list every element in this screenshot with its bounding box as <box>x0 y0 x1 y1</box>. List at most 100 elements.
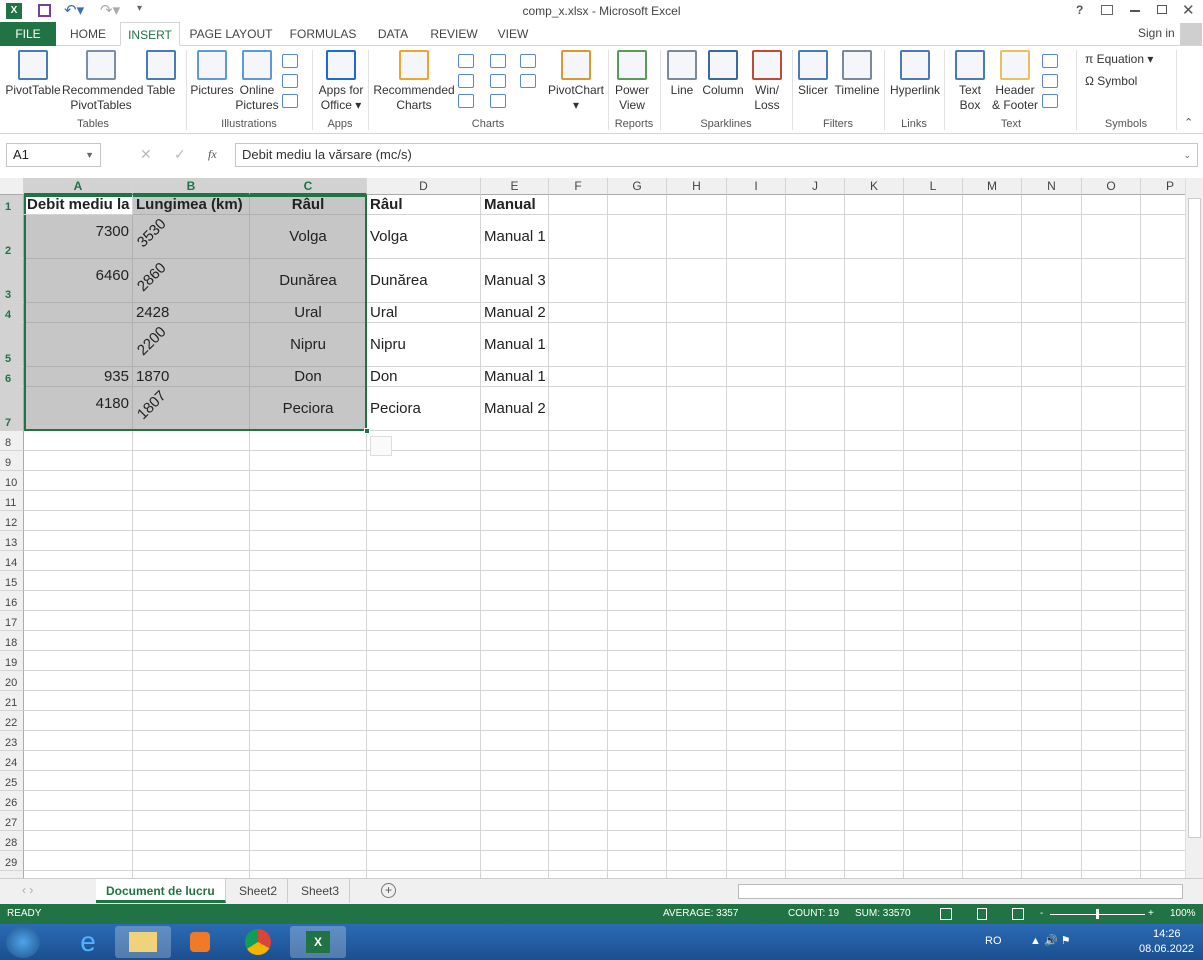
row-header-28[interactable]: 28 <box>0 831 24 851</box>
cell-I19[interactable] <box>727 651 786 671</box>
cell-G3[interactable] <box>608 259 667 303</box>
column-header-G[interactable]: G <box>608 178 667 195</box>
cell-P19[interactable] <box>1141 651 1185 671</box>
new-sheet-icon[interactable]: + <box>381 883 396 898</box>
row-header-23[interactable]: 23 <box>0 731 24 751</box>
cell-F19[interactable] <box>549 651 608 671</box>
cell-D16[interactable] <box>367 591 481 611</box>
cell-B10[interactable] <box>133 471 250 491</box>
cell-G23[interactable] <box>608 731 667 751</box>
cell-M10[interactable] <box>963 471 1022 491</box>
cell-G12[interactable] <box>608 511 667 531</box>
cell-D2[interactable]: Volga <box>367 215 481 259</box>
header-footer-button[interactable]: Header & Footer <box>990 50 1040 113</box>
cell-A30[interactable] <box>24 871 133 878</box>
online-pictures-button[interactable]: Online Pictures <box>235 50 279 113</box>
cell-H20[interactable] <box>667 671 727 691</box>
cell-N26[interactable] <box>1022 791 1082 811</box>
cell-B19[interactable] <box>133 651 250 671</box>
cell-A8[interactable] <box>24 431 133 451</box>
cell-M16[interactable] <box>963 591 1022 611</box>
cell-M19[interactable] <box>963 651 1022 671</box>
cell-I9[interactable] <box>727 451 786 471</box>
text-box-button[interactable]: Text Box <box>955 50 985 113</box>
cell-B2[interactable]: 3530 <box>133 215 250 259</box>
cell-O28[interactable] <box>1082 831 1141 851</box>
cell-J14[interactable] <box>786 551 845 571</box>
cell-O11[interactable] <box>1082 491 1141 511</box>
cell-K30[interactable] <box>845 871 904 878</box>
cell-E5[interactable]: Manual 1 <box>481 323 549 367</box>
cell-B28[interactable] <box>133 831 250 851</box>
collapse-ribbon-icon[interactable]: ⌃ <box>1184 116 1193 129</box>
cell-F14[interactable] <box>549 551 608 571</box>
cell-C26[interactable] <box>250 791 367 811</box>
cell-F18[interactable] <box>549 631 608 651</box>
cell-P26[interactable] <box>1141 791 1185 811</box>
cell-M27[interactable] <box>963 811 1022 831</box>
cell-J12[interactable] <box>786 511 845 531</box>
cell-E6[interactable]: Manual 1 <box>481 367 549 387</box>
illustration-icon[interactable] <box>282 74 298 88</box>
cell-K17[interactable] <box>845 611 904 631</box>
cell-A6[interactable]: 935 <box>24 367 133 387</box>
cell-N17[interactable] <box>1022 611 1082 631</box>
cell-C1[interactable]: Râul <box>250 195 367 215</box>
cell-K16[interactable] <box>845 591 904 611</box>
cell-P20[interactable] <box>1141 671 1185 691</box>
cell-K5[interactable] <box>845 323 904 367</box>
cell-N10[interactable] <box>1022 471 1082 491</box>
cell-P11[interactable] <box>1141 491 1185 511</box>
cell-A13[interactable] <box>24 531 133 551</box>
cell-O2[interactable] <box>1082 215 1141 259</box>
row-header-13[interactable]: 13 <box>0 531 24 551</box>
cell-F4[interactable] <box>549 303 608 323</box>
row-header-16[interactable]: 16 <box>0 591 24 611</box>
row-header-30[interactable]: 30 <box>0 871 24 878</box>
column-button[interactable]: Column <box>701 50 745 98</box>
cell-C11[interactable] <box>250 491 367 511</box>
row-header-8[interactable]: 8 <box>0 431 24 451</box>
cell-F26[interactable] <box>549 791 608 811</box>
illustration-icon[interactable] <box>282 94 298 108</box>
cell-E3[interactable]: Manual 3 <box>481 259 549 303</box>
cell-D15[interactable] <box>367 571 481 591</box>
cell-J25[interactable] <box>786 771 845 791</box>
cell-L26[interactable] <box>904 791 963 811</box>
restore-button[interactable] <box>1157 5 1167 14</box>
tab-page-layout[interactable]: PAGE LAYOUT <box>186 22 276 46</box>
cell-N3[interactable] <box>1022 259 1082 303</box>
cell-I18[interactable] <box>727 631 786 651</box>
cell-G2[interactable] <box>608 215 667 259</box>
cell-H9[interactable] <box>667 451 727 471</box>
cell-I2[interactable] <box>727 215 786 259</box>
cell-K9[interactable] <box>845 451 904 471</box>
cell-J15[interactable] <box>786 571 845 591</box>
cell-K27[interactable] <box>845 811 904 831</box>
cell-I4[interactable] <box>727 303 786 323</box>
cell-O24[interactable] <box>1082 751 1141 771</box>
cell-A4[interactable] <box>24 303 133 323</box>
chart-type-icon[interactable] <box>458 54 474 68</box>
cell-F6[interactable] <box>549 367 608 387</box>
cell-L14[interactable] <box>904 551 963 571</box>
cell-O18[interactable] <box>1082 631 1141 651</box>
cell-H2[interactable] <box>667 215 727 259</box>
cell-C27[interactable] <box>250 811 367 831</box>
cell-H10[interactable] <box>667 471 727 491</box>
cell-J30[interactable] <box>786 871 845 878</box>
cell-M15[interactable] <box>963 571 1022 591</box>
cell-L6[interactable] <box>904 367 963 387</box>
normal-view-icon[interactable] <box>940 908 952 920</box>
cell-J9[interactable] <box>786 451 845 471</box>
row-header-7[interactable]: 7 <box>0 387 24 431</box>
cell-L18[interactable] <box>904 631 963 651</box>
cell-K6[interactable] <box>845 367 904 387</box>
cell-L4[interactable] <box>904 303 963 323</box>
cell-D20[interactable] <box>367 671 481 691</box>
cell-G9[interactable] <box>608 451 667 471</box>
recommended-pivottables-button[interactable]: Recommended PivotTables <box>62 50 143 113</box>
cell-A1[interactable]: Debit mediu la <box>24 195 133 215</box>
cell-L13[interactable] <box>904 531 963 551</box>
cell-B9[interactable] <box>133 451 250 471</box>
